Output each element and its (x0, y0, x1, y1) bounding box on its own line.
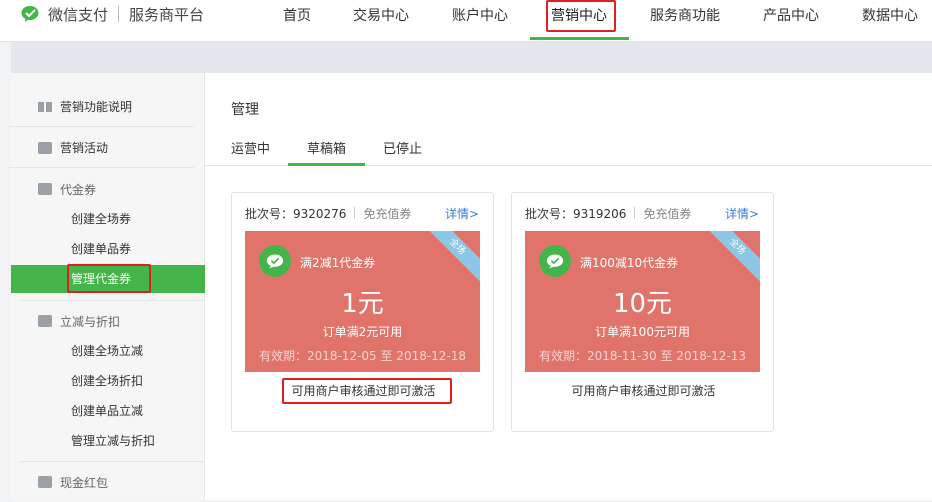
activation-highlight-box (282, 378, 452, 404)
header-band (11, 42, 932, 73)
wechat-pay-logo[interactable]: 微信支付 服务商平台 (21, 3, 204, 25)
voucher-amount: 1元 (341, 289, 384, 319)
sidebar-item-create-all-voucher[interactable]: 创建全场券 (11, 205, 205, 233)
voucher-name: 满100减10代金券 (580, 256, 679, 270)
nav-highlight-box (546, 0, 616, 32)
sidebar-item-marketing-intro[interactable]: 营销功能说明 (9, 87, 194, 127)
tab-running[interactable]: 运营中 (231, 138, 270, 157)
details-link[interactable]: 详情> (445, 205, 479, 222)
platform-name: 服务商平台 (129, 5, 205, 24)
sidebar-section-label: 现金红包 (60, 475, 109, 490)
activation-hint: 可用商户审核通过即可激活 (571, 384, 716, 398)
coupon-icon (38, 183, 52, 195)
voucher-type: 免充值券 (643, 207, 692, 221)
nav-home[interactable]: 首页 (283, 5, 311, 25)
sidebar-section-cash-red-packet[interactable]: 现金红包 (9, 462, 194, 502)
sidebar-item-create-single-voucher[interactable]: 创建单品券 (11, 235, 205, 263)
voucher-validity: 有效期：2018-12-05 至 2018-12-18 (258, 349, 467, 363)
sidebar-item-create-single-reduction[interactable]: 创建单品立减 (11, 397, 205, 425)
gift-icon (38, 141, 52, 154)
batch-number: 批次号：9320276 (245, 207, 347, 221)
voucher-condition: 订单满100元可用 (595, 325, 690, 339)
details-link[interactable]: 详情> (725, 205, 759, 222)
voucher-name: 满2减1代金券 (300, 256, 376, 270)
voucher-coupon: 满100减10代金券 10元 订单满100元可用 有效期：2018-11-30 … (525, 231, 760, 372)
voucher-condition: 订单满2元可用 (322, 325, 403, 339)
page-title: 管理 (231, 102, 259, 118)
nav-products[interactable]: 产品中心 (763, 5, 819, 25)
voucher-amount: 10元 (612, 289, 673, 319)
voucher-type: 免充值券 (363, 207, 412, 221)
tab-stopped[interactable]: 已停止 (383, 138, 422, 157)
sidebar-section-vouchers[interactable]: 代金券 (9, 169, 194, 209)
top-bar: 微信支付 服务商平台 首页 交易中心 账户中心 营销中心 服务商功能 产品中心 … (0, 0, 932, 42)
sidebar-item-create-all-reduction[interactable]: 创建全场立减 (11, 337, 205, 365)
tab-active-indicator (288, 163, 365, 166)
sidebar-item-label: 营销活动 (60, 141, 109, 155)
nav-transactions[interactable]: 交易中心 (353, 5, 409, 25)
book-icon (38, 101, 52, 113)
wechat-pay-icon (259, 245, 291, 277)
brand-name: 微信支付 (48, 5, 109, 24)
voucher-card: 批次号：9319206 免充值券 详情> 满100减10代金券 10元 订单满10… (511, 192, 774, 432)
sidebar-section-label: 立减与折扣 (60, 314, 121, 329)
wechat-logo-icon (21, 6, 39, 22)
sidebar-section-label: 代金券 (60, 182, 97, 197)
nav-data[interactable]: 数据中心 (862, 5, 918, 25)
scope-ribbon: 全场 (699, 231, 760, 285)
sidebar-item-manage-discounts[interactable]: 管理立减与折扣 (11, 427, 205, 455)
sidebar-item-label: 营销功能说明 (60, 100, 133, 114)
discount-icon (38, 315, 52, 327)
batch-number: 批次号：9319206 (525, 207, 627, 221)
red-packet-icon (38, 476, 52, 488)
wechat-pay-icon (539, 245, 571, 277)
voucher-card-header: 批次号：9320276 免充值券 (245, 205, 411, 222)
nav-active-indicator (530, 37, 629, 40)
voucher-card-header: 批次号：9319206 免充值券 (525, 205, 691, 222)
sidebar-item-create-all-discount[interactable]: 创建全场折扣 (11, 367, 205, 395)
brand-divider (118, 6, 120, 22)
header-divider (634, 207, 636, 219)
header-divider (354, 207, 356, 219)
scope-ribbon: 全场 (419, 231, 480, 285)
voucher-coupon: 满2减1代金券 1元 订单满2元可用 有效期：2018-12-05 至 2018… (245, 231, 480, 372)
nav-account[interactable]: 账户中心 (452, 5, 508, 25)
sidebar-item-marketing-activities[interactable]: 营销活动 (9, 128, 194, 168)
sidebar-section-discounts[interactable]: 立减与折扣 (9, 301, 194, 341)
sidebar-highlight-box (67, 264, 151, 293)
voucher-validity: 有效期：2018-11-30 至 2018-12-13 (538, 349, 747, 363)
tab-drafts[interactable]: 草稿箱 (307, 138, 346, 157)
nav-partner-functions[interactable]: 服务商功能 (650, 5, 720, 25)
